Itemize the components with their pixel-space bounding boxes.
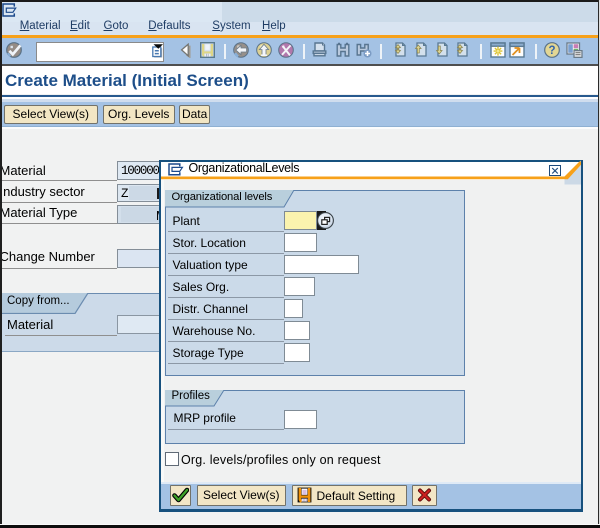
svg-text:?: ?	[548, 45, 555, 57]
